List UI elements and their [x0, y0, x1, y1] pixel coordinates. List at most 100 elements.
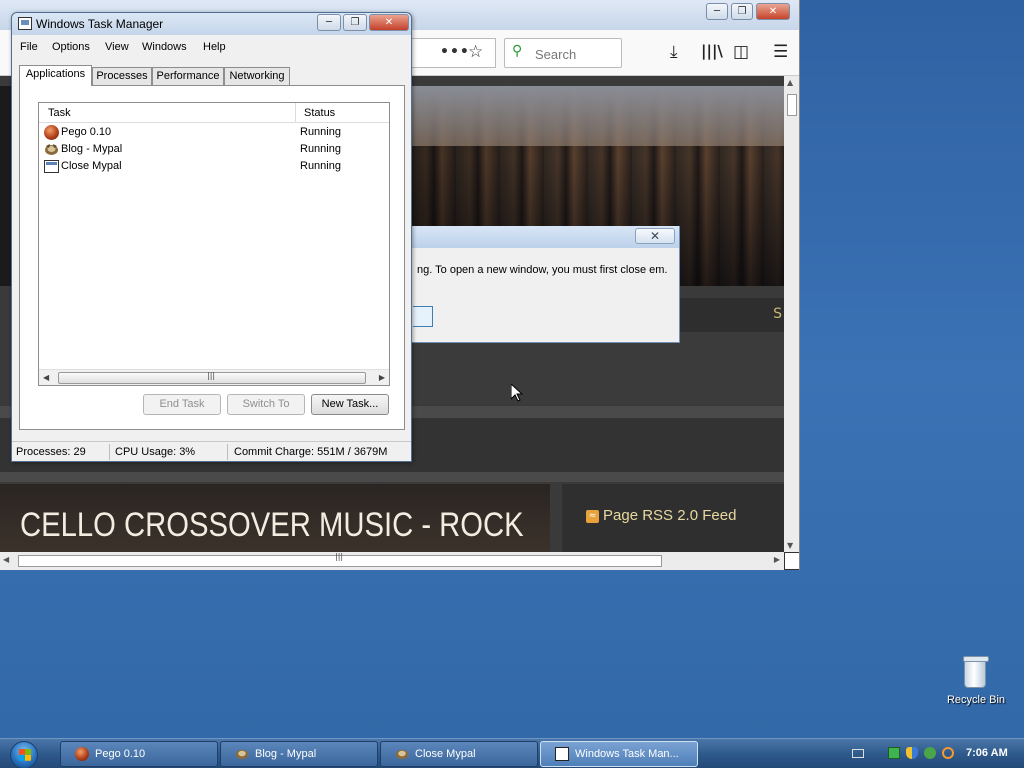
tray-search-icon[interactable] [942, 747, 954, 759]
mypal-icon [395, 749, 409, 760]
scroll-thumb[interactable] [787, 94, 797, 116]
browser-close-button[interactable]: ✕ [756, 3, 790, 20]
taskbar-item-label: Blog - Mypal [255, 748, 317, 760]
mouse-cursor-icon [511, 384, 523, 402]
vertical-scrollbar[interactable]: ▲ ▼ [784, 76, 799, 552]
scroll-corner [784, 552, 799, 570]
applications-panel: Task Status Pego 0.10 Running Blog - Myp… [19, 85, 405, 430]
tab-applications[interactable]: Applications [19, 65, 92, 86]
pego-icon [75, 747, 89, 761]
keyboard-icon[interactable] [852, 749, 864, 758]
task-name: Pego 0.10 [61, 126, 112, 138]
tab-networking[interactable]: Networking [224, 67, 290, 85]
recycle-bin[interactable]: Recycle Bin [944, 656, 1008, 712]
task-name: Blog - Mypal [61, 143, 123, 155]
list-header: Task Status [39, 103, 389, 123]
alert-close-button[interactable]: ✕ [635, 228, 675, 244]
taskbar-item-label: Windows Task Man... [575, 748, 679, 760]
menu-view[interactable]: View [105, 41, 129, 53]
task-row[interactable]: Blog - Mypal Running [39, 141, 389, 158]
taskbar-item-label: Close Mypal [415, 748, 476, 760]
column-status[interactable]: Status [304, 107, 335, 119]
taskbar: Pego 0.10 Blog - Mypal Close Mypal Windo… [0, 738, 1024, 768]
task-list[interactable]: Task Status Pego 0.10 Running Blog - Myp… [38, 102, 390, 386]
commit-charge: Commit Charge: 551M / 3679M [234, 446, 388, 458]
taskbar-item-pego[interactable]: Pego 0.10 [60, 741, 218, 767]
alert-dialog: ✕ ng. To open a new window, you must fir… [404, 226, 680, 343]
menu-help[interactable]: Help [203, 41, 226, 53]
scroll-right-icon[interactable]: ▶ [379, 373, 385, 382]
new-task-button[interactable]: New Task... [311, 394, 389, 415]
separator [0, 472, 784, 482]
rss-icon: ≈ [586, 510, 599, 523]
scroll-left-icon[interactable]: ◀ [43, 373, 49, 382]
status-bar: Processes: 29 CPU Usage: 3% Commit Charg… [12, 441, 411, 461]
menu-options[interactable]: Options [52, 41, 90, 53]
alert-message: ng. To open a new window, you must first… [417, 264, 668, 276]
tab-performance[interactable]: Performance [152, 67, 224, 85]
mypal-icon [45, 144, 58, 155]
task-status: Running [300, 126, 341, 138]
search-icon: ⚲ [512, 43, 523, 59]
library-icon[interactable]: |||\ [701, 42, 723, 60]
scroll-left-icon[interactable]: ◀ [3, 555, 9, 564]
status-separator [227, 444, 228, 460]
scroll-up-icon[interactable]: ▲ [787, 78, 793, 87]
menu-bar: File Options View Windows Help [12, 37, 411, 57]
scroll-down-icon[interactable]: ▼ [787, 541, 793, 550]
window-title: Windows Task Manager [36, 17, 164, 31]
cpu-usage: CPU Usage: 3% [115, 446, 196, 458]
task-status: Running [300, 143, 341, 155]
horizontal-scrollbar[interactable]: ◀ ||| ▶ [0, 552, 784, 570]
search-input[interactable]: ⚲ Search [504, 38, 622, 68]
start-button[interactable] [10, 741, 38, 768]
browser-minimize-button[interactable]: ─ [706, 3, 728, 20]
browser-maximize-button[interactable]: ❐ [731, 3, 753, 20]
column-task[interactable]: Task [48, 107, 71, 119]
task-row[interactable]: Close Mypal Running [39, 158, 389, 175]
site-title: CELLO CROSSOVER MUSIC - ROCK [20, 506, 524, 544]
minimize-button[interactable]: ─ [317, 14, 341, 31]
alert-ok-button[interactable] [413, 306, 433, 327]
update-icon[interactable] [924, 747, 936, 759]
maximize-button[interactable]: ❐ [343, 14, 367, 31]
rss-block[interactable]: ≈ Page RSS 2.0 Feed [562, 484, 784, 552]
task-manager-icon [555, 747, 569, 761]
url-bar[interactable]: ••• ☆ [412, 38, 496, 68]
page-actions-icon[interactable]: ••• [440, 44, 470, 60]
site-title-block: CELLO CROSSOVER MUSIC - ROCK [0, 484, 550, 552]
security-shield-icon[interactable] [906, 747, 918, 759]
scroll-grip-icon: ||| [207, 371, 216, 380]
taskbar-item-close-mypal[interactable]: Close Mypal [380, 741, 538, 767]
scroll-right-icon[interactable]: ▶ [774, 555, 780, 564]
task-row[interactable]: Pego 0.10 Running [39, 124, 389, 141]
search-placeholder: Search [535, 47, 577, 62]
recycle-bin-label: Recycle Bin [946, 694, 1006, 706]
hero-sky [412, 86, 784, 146]
sidebar-icon[interactable]: ◫ [733, 42, 749, 62]
tab-processes[interactable]: Processes [92, 67, 152, 85]
task-manager-icon [18, 17, 32, 30]
list-horizontal-scrollbar[interactable]: ◀ ||| ▶ [39, 369, 389, 385]
taskbar-item-label: Pego 0.10 [95, 748, 146, 760]
end-task-button[interactable]: End Task [143, 394, 221, 415]
close-button[interactable]: ✕ [369, 14, 409, 31]
mypal-icon [235, 749, 249, 760]
rss-link[interactable]: Page RSS 2.0 Feed [603, 507, 736, 524]
download-icon[interactable]: ⤓ [670, 42, 678, 62]
network-icon[interactable] [888, 747, 900, 759]
bookmark-star-icon[interactable]: ☆ [468, 42, 483, 62]
switch-to-button[interactable]: Switch To [227, 394, 305, 415]
task-name: Close Mypal [61, 160, 122, 172]
menu-windows[interactable]: Windows [142, 41, 187, 53]
clock[interactable]: 7:06 AM [966, 747, 1008, 759]
task-status: Running [300, 160, 341, 172]
taskbar-item-task-manager[interactable]: Windows Task Man... [540, 741, 698, 767]
alert-titlebar[interactable]: ✕ [405, 226, 679, 248]
task-manager-titlebar[interactable]: Windows Task Manager ─ ❐ ✕ [12, 13, 411, 35]
taskbar-item-blog-mypal[interactable]: Blog - Mypal [220, 741, 378, 767]
menu-file[interactable]: File [20, 41, 38, 53]
menu-icon[interactable]: ☰ [773, 42, 788, 62]
window-icon [44, 160, 59, 173]
recycle-bin-icon [963, 656, 989, 688]
